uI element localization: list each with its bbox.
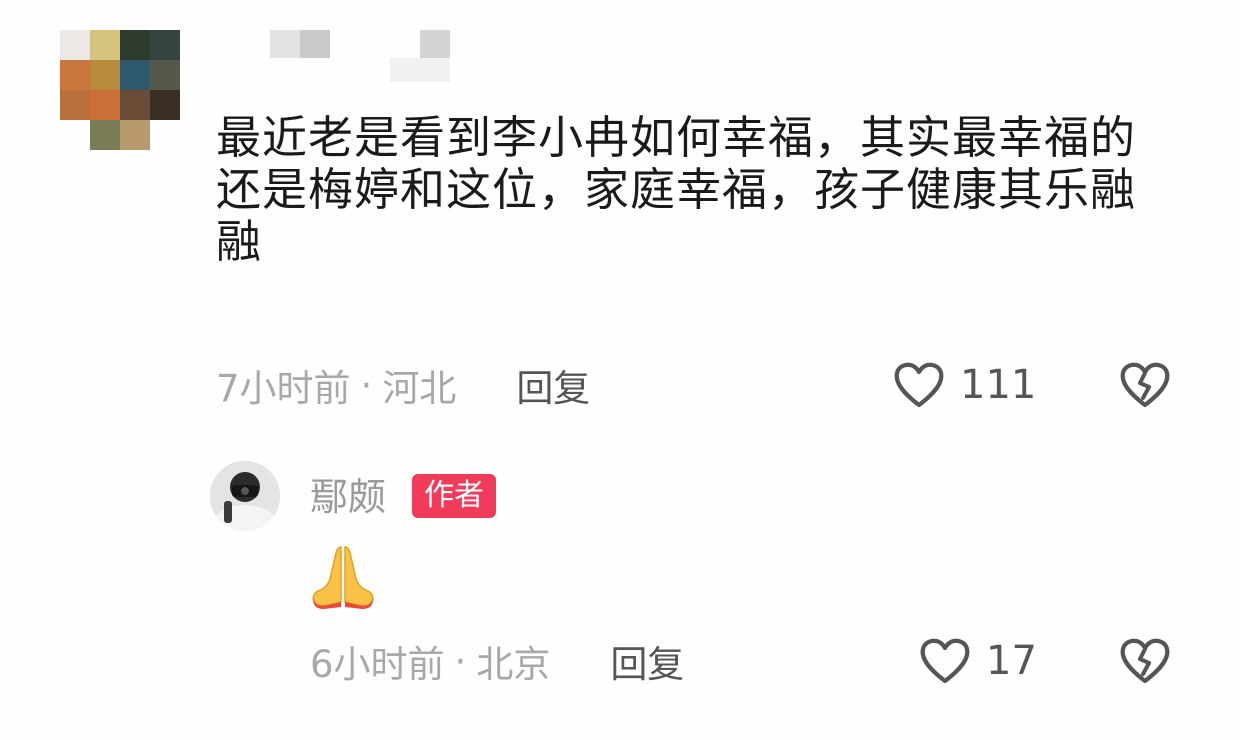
reply-time: 6小时前	[310, 643, 445, 686]
comment-body: 最近老是看到李小冉如何幸福，其实最幸福的还是梅婷和这位，家庭幸福，孩子健康其乐融…	[216, 111, 1137, 268]
author-avatar-image	[210, 461, 280, 531]
heart-icon	[894, 362, 944, 408]
commenter-avatar[interactable]	[60, 30, 180, 150]
praying-hands-icon	[312, 546, 374, 609]
meta-separator: ·	[360, 363, 373, 407]
like-count: 111	[960, 362, 1037, 408]
comment-time: 7小时前	[216, 367, 351, 410]
comment-thread: 最近老是看到李小冉如何幸福，其实最幸福的还是梅婷和这位，家庭幸福，孩子健康其乐融…	[0, 0, 1240, 740]
reply-meta: 6小时前 · 北京 回复	[310, 634, 684, 688]
reply-like-button[interactable]: 17	[918, 636, 1037, 686]
dislike-button[interactable]	[1118, 360, 1172, 414]
author-avatar[interactable]	[210, 461, 280, 531]
reply-like-count: 17	[986, 638, 1037, 684]
reply-location: 北京	[476, 643, 551, 686]
broken-heart-icon	[1120, 362, 1170, 408]
praying-hands-emoji	[308, 543, 378, 609]
reply-dislike-button[interactable]	[1118, 636, 1172, 690]
author-badge: 作者	[412, 474, 496, 518]
author-name[interactable]: 鄢颇	[310, 472, 386, 522]
broken-heart-icon	[1120, 638, 1170, 684]
commenter-name-redacted[interactable]	[270, 30, 460, 82]
comment-meta: 7小时前 · 河北 回复	[216, 358, 590, 412]
meta-separator: ·	[454, 639, 467, 683]
like-button[interactable]: 111	[892, 360, 1036, 410]
comment-location: 河北	[382, 367, 457, 410]
reply-button[interactable]: 回复	[516, 358, 590, 412]
reply-button[interactable]: 回复	[610, 634, 684, 688]
heart-icon	[920, 638, 970, 684]
